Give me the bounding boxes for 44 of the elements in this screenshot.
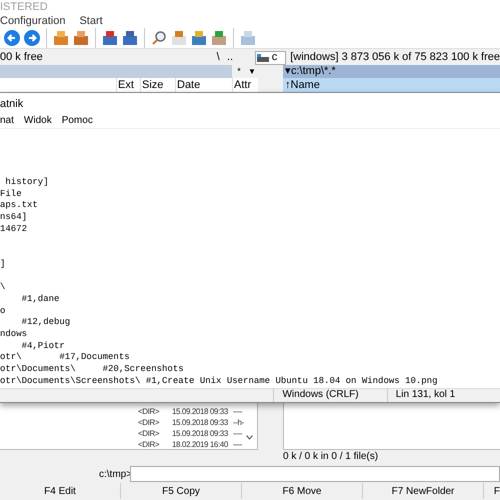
back-icon[interactable] xyxy=(4,30,20,46)
search-icon[interactable] xyxy=(151,30,167,46)
menu-item[interactable]: Pomoc xyxy=(62,113,93,128)
size-cell-text: <DIR> xyxy=(138,406,160,417)
drive-info: [windows] 3 873 056 k of 75 823 100 k free xyxy=(290,50,500,66)
menu-item[interactable]: nat xyxy=(0,113,14,128)
command-prompt: c:\tmp> xyxy=(99,468,130,482)
window-title: ISTERED xyxy=(0,0,48,15)
scroll-down-icon[interactable] xyxy=(246,434,253,440)
function-key-button[interactable]: F7 NewFolder xyxy=(363,483,484,500)
star-button[interactable]: * xyxy=(232,64,246,78)
root-button[interactable]: \ xyxy=(212,49,224,66)
menu-item[interactable]: Configuration xyxy=(0,12,66,30)
history-button[interactable]: ▼ xyxy=(246,66,258,78)
column-header[interactable]: ↑Name xyxy=(283,78,500,92)
attr-cell: ---- xyxy=(233,428,242,439)
text-content[interactable]: history] File aps.txt ns64] 14672 ] \ #1,dane o #12,debug ndows #4,Piotr otr\ #17,Documents otr\Documents\ #20,Screenshots otr\Documents\Screenshots\ #1,Create Unix Username Ubuntu 18.04 on Windows 10.png xyxy=(0,129,500,388)
window-title: atnik xyxy=(0,96,24,112)
attr-cell: ---- xyxy=(233,406,242,417)
status-text: Lin 131, kol 1 xyxy=(386,388,500,402)
date-cell-text: 15.09.2018 09:33 xyxy=(172,416,229,428)
path-bar: ▾c:\tmp\*.* xyxy=(283,65,500,78)
size-cell-text: <DIR> xyxy=(138,428,160,439)
function-key-button[interactable]: F6 Move xyxy=(242,483,363,500)
status-text: Windows (CRLF) xyxy=(273,388,387,402)
drive-info: 00 k free xyxy=(0,50,44,66)
status-text: 0 k / 0 k in 0 / 1 file(s) xyxy=(283,450,378,464)
attr-cell: ---- xyxy=(233,438,242,450)
date-cell-text: 15.09.2018 09:33 xyxy=(172,428,229,439)
attr-cell: --h- xyxy=(233,416,244,428)
size-cell-text: <DIR> xyxy=(138,438,160,450)
function-key-button[interactable]: F xyxy=(484,483,500,500)
menu-item[interactable]: Widok xyxy=(24,113,52,128)
drive-icon xyxy=(256,54,269,62)
up-button[interactable]: .. xyxy=(224,49,236,66)
drive-select[interactable]: c xyxy=(254,50,286,65)
function-key-button[interactable]: F4 Edit xyxy=(0,483,121,500)
date-cell-text: 15.09.2018 09:33 xyxy=(172,406,229,417)
command-field[interactable] xyxy=(130,466,500,482)
menu-item[interactable]: Start xyxy=(79,12,103,30)
size-cell-text: <DIR> xyxy=(138,416,160,428)
forward-icon[interactable] xyxy=(24,30,40,46)
function-key-button[interactable]: F5 Copy xyxy=(121,483,242,500)
date-cell-text: 18.02.2019 16:40 xyxy=(172,438,229,450)
